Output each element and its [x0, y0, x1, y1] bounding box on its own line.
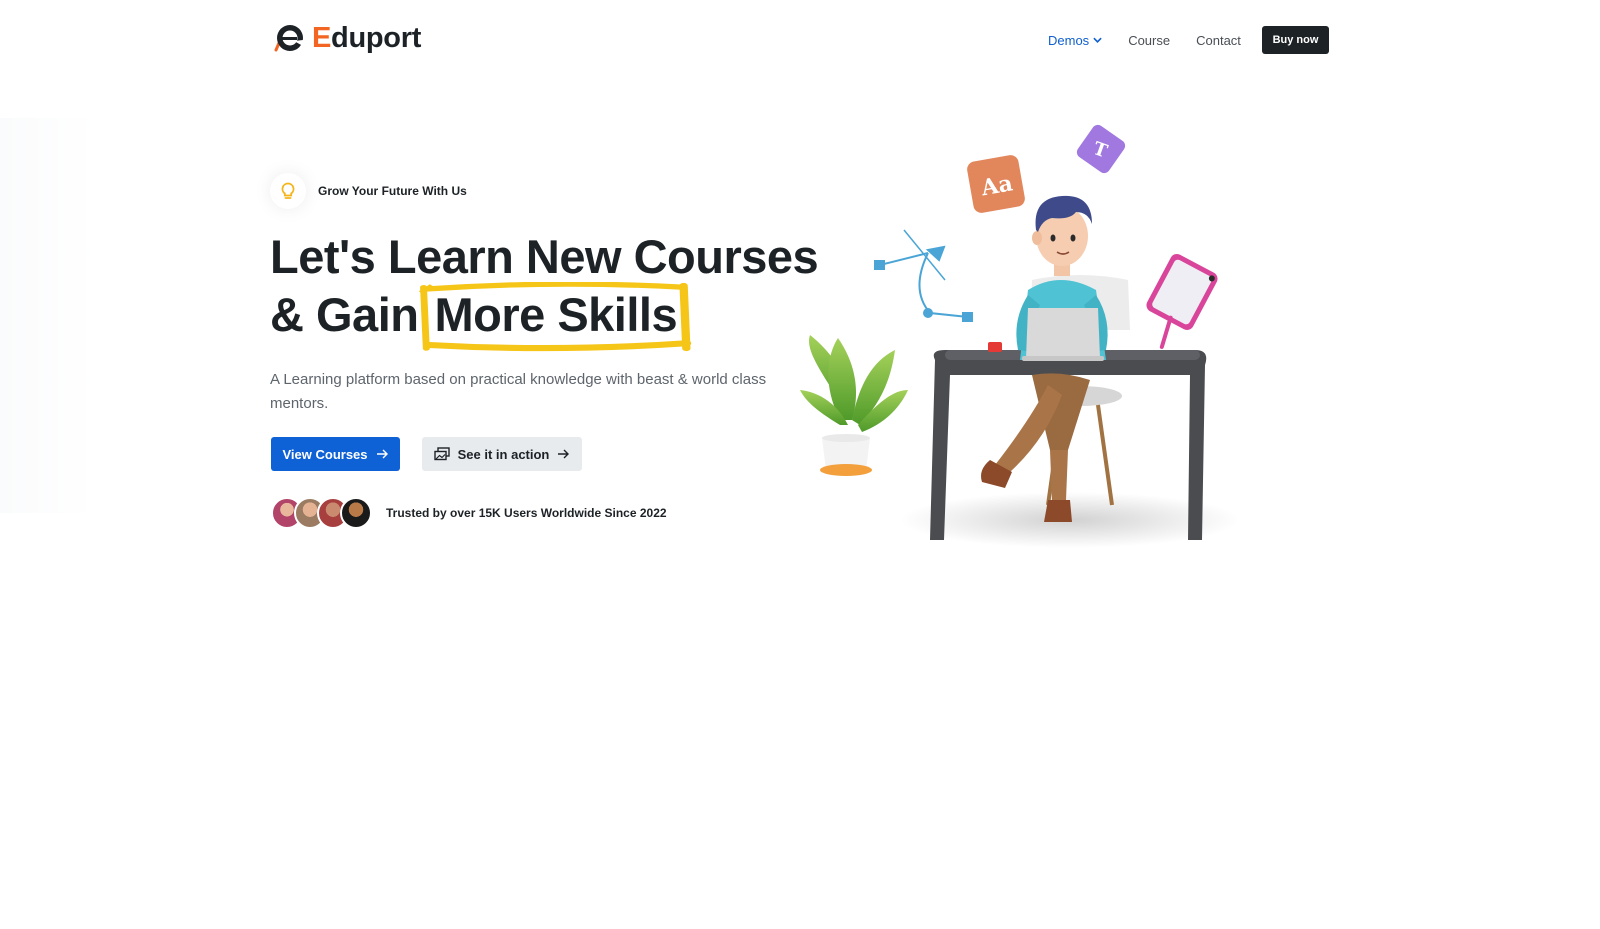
hero-badge-text: Grow Your Future With Us [318, 184, 467, 198]
arrow-right-icon [376, 449, 388, 459]
headline-line-2-prefix: & Gain [270, 288, 419, 341]
nav-item-course-label: Course [1128, 32, 1171, 48]
plant-illustration [800, 335, 908, 476]
headline-line-2: & Gain More Skills [270, 282, 818, 352]
cup-icon [988, 342, 1002, 352]
arrow-right-icon [558, 449, 570, 459]
vector-tool-icon [874, 229, 973, 322]
trusted-by: Trusted by over 15K Users Worldwide Sinc… [271, 497, 667, 529]
headline-highlight-text: More Skills [434, 288, 678, 341]
hero-badge: Grow Your Future With Us [270, 173, 467, 209]
brand-first-letter: E [312, 21, 332, 54]
see-it-in-action-button[interactable]: See it in action [422, 437, 582, 471]
headline-line-1: Let's Learn New Courses [270, 230, 819, 283]
svg-text:Aa: Aa [978, 170, 1014, 201]
brand-logo[interactable]: Eduport [270, 20, 421, 56]
brand-rest: duport [331, 21, 422, 54]
nav-item-course[interactable]: Course [1128, 33, 1170, 48]
tablet-icon [1146, 254, 1218, 349]
buy-now-button[interactable]: Buy now [1262, 26, 1329, 54]
lightbulb-icon [270, 173, 306, 209]
hero-illustration: Aa T [800, 124, 1240, 548]
brand-name: Eduport [312, 22, 421, 55]
trusted-text: Trusted by over 15K Users Worldwide Sinc… [386, 506, 667, 520]
nav-item-demos[interactable]: Demos [1048, 33, 1102, 48]
eduport-logo-icon [274, 25, 303, 52]
hero-subtitle: A Learning platform based on practical k… [270, 371, 767, 412]
site-header: Eduport Demos Course Contact Buy now [0, 0, 1600, 80]
view-courses-button[interactable]: View Courses [271, 437, 400, 471]
avatar [340, 497, 372, 529]
nav-item-contact-label: Contact [1196, 32, 1241, 48]
chevron-down-icon [1093, 37, 1102, 43]
font-tile-icon: Aa [967, 155, 1025, 213]
nav-item-contact[interactable]: Contact [1196, 33, 1241, 48]
avatar-group [271, 497, 372, 529]
gallery-icon [433, 447, 450, 461]
hero-headline: Let's Learn New Courses & Gain More Skil… [270, 228, 819, 352]
see-it-in-action-label: See it in action [457, 446, 550, 462]
view-courses-label: View Courses [282, 446, 368, 462]
nav-item-demos-label: Demos [1048, 32, 1090, 48]
headline-highlight: More Skills [419, 282, 692, 352]
main-nav: Demos Course Contact [1048, 25, 1267, 55]
text-tile-icon: T [1076, 124, 1126, 174]
